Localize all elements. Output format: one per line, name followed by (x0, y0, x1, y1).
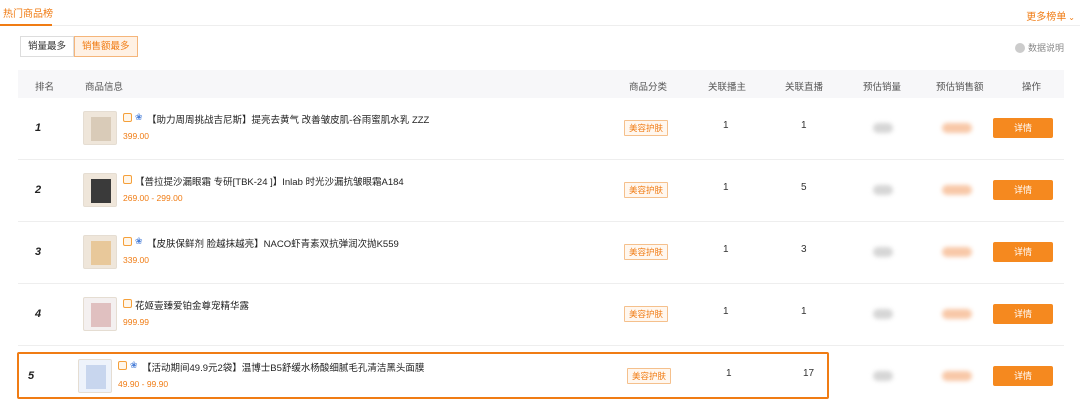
related-lives-count: 5 (801, 182, 807, 193)
table-row: 1 ❀ 【助力周周挑战吉尼斯】提亮去黄气 改善皱皮肌-谷雨蜜肌水乳 ZZZ 39… (18, 98, 1064, 160)
table-row: 3 ❀ 【皮肤保鲜剂 脸越抹越亮】NACO虾青素双抗弹润次抛K559 339.0… (18, 222, 1064, 284)
verified-icon: ❀ (135, 112, 143, 122)
col-rank: 排名 (35, 82, 55, 93)
col-related-lives: 关联直播 (785, 82, 824, 93)
store-icon (123, 237, 132, 246)
sort-by-sales-button[interactable]: 销售额最多 (74, 36, 138, 57)
col-product-info: 商品信息 (85, 82, 124, 93)
col-est-sales: 预估销售额 (936, 82, 984, 93)
product-thumbnail[interactable] (83, 173, 117, 207)
est-sales-blurred (942, 309, 972, 319)
product-thumbnail[interactable] (83, 297, 117, 331)
product-price: 339.00 (123, 255, 149, 265)
est-sales-blurred (942, 185, 972, 195)
col-est-volume: 预估销量 (863, 82, 902, 93)
table-row: 4 花姬壹臻爱铂金尊宠精华露 999.99 美容护肤 1 1 详情 (18, 284, 1064, 346)
store-icon (123, 299, 132, 308)
data-explanation-label: 数据说明 (1027, 43, 1064, 53)
product-title[interactable]: 【助力周周挑战吉尼斯】提亮去黄气 改善皱皮肌-谷雨蜜肌水乳 ZZZ (147, 112, 429, 126)
related-anchors-count: 1 (723, 182, 729, 193)
table-header: 排名 商品信息 商品分类 关联播主 关联直播 预估销量 预估销售额 操作 (18, 70, 1064, 98)
detail-button[interactable]: 详情 (993, 304, 1053, 324)
col-action: 操作 (1022, 82, 1042, 93)
category-tag: 美容护肤 (624, 244, 669, 260)
category-tag: 美容护肤 (624, 182, 669, 198)
col-category: 商品分类 (629, 82, 668, 93)
product-title[interactable]: 花姬壹臻爱铂金尊宠精华露 (135, 298, 249, 312)
detail-button[interactable]: 详情 (993, 242, 1053, 262)
product-thumbnail[interactable] (83, 111, 117, 145)
table-row: 2 【普拉提沙漏眼霜 专研[TBK-24 ]】Inlab 时光沙漏抗皱眼霜A18… (18, 160, 1064, 222)
detail-button[interactable]: 详情 (993, 118, 1053, 138)
est-sales-blurred (942, 123, 972, 133)
est-volume-blurred (873, 123, 893, 133)
product-title[interactable]: 【普拉提沙漏眼霜 专研[TBK-24 ]】Inlab 时光沙漏抗皱眼霜A184 (135, 174, 404, 188)
product-price: 399.00 (123, 131, 149, 141)
verified-icon: ❀ (135, 236, 143, 246)
store-icon (123, 113, 132, 122)
est-volume-blurred (873, 371, 893, 381)
detail-button[interactable]: 详情 (993, 180, 1053, 200)
detail-button[interactable]: 详情 (993, 366, 1053, 386)
product-price: 269.00 - 299.00 (123, 193, 183, 203)
help-icon (1014, 42, 1025, 53)
category-tag: 美容护肤 (624, 306, 669, 322)
highlighted-row-outline (17, 352, 829, 399)
data-explanation-link[interactable]: 数据说明 (1014, 41, 1064, 54)
related-lives-count: 3 (801, 244, 807, 255)
more-rankings-link[interactable]: 更多榜单 ⌄ (1026, 8, 1075, 23)
product-thumbnail[interactable] (83, 235, 117, 269)
ranking-tabbar: 热门商品榜 更多榜单 ⌄ (0, 0, 1080, 26)
store-icon (123, 175, 132, 184)
est-volume-blurred (873, 309, 893, 319)
est-sales-blurred (942, 371, 972, 381)
related-anchors-count: 1 (723, 244, 729, 255)
more-rankings-label: 更多榜单 (1026, 12, 1067, 23)
rank-number: 1 (35, 122, 42, 134)
sort-toggle: 销量最多 销售额最多 (20, 36, 138, 57)
rank-number: 4 (35, 308, 42, 320)
product-title[interactable]: 【皮肤保鲜剂 脸越抹越亮】NACO虾青素双抗弹润次抛K559 (147, 236, 399, 250)
rank-number: 3 (35, 246, 42, 258)
category-tag: 美容护肤 (624, 120, 669, 136)
chevron-down-icon: ⌄ (1068, 13, 1075, 22)
related-lives-count: 1 (801, 120, 807, 131)
sort-by-volume-button[interactable]: 销量最多 (20, 36, 75, 57)
est-volume-blurred (873, 185, 893, 195)
related-anchors-count: 1 (723, 306, 729, 317)
tab-hot-products[interactable]: 热门商品榜 (3, 5, 53, 20)
related-lives-count: 1 (801, 306, 807, 317)
est-sales-blurred (942, 247, 972, 257)
product-price: 999.99 (123, 317, 149, 327)
related-anchors-count: 1 (723, 120, 729, 131)
active-tab-underline (0, 24, 52, 26)
est-volume-blurred (873, 247, 893, 257)
rank-number: 2 (35, 184, 42, 196)
col-related-anchors: 关联播主 (708, 82, 747, 93)
